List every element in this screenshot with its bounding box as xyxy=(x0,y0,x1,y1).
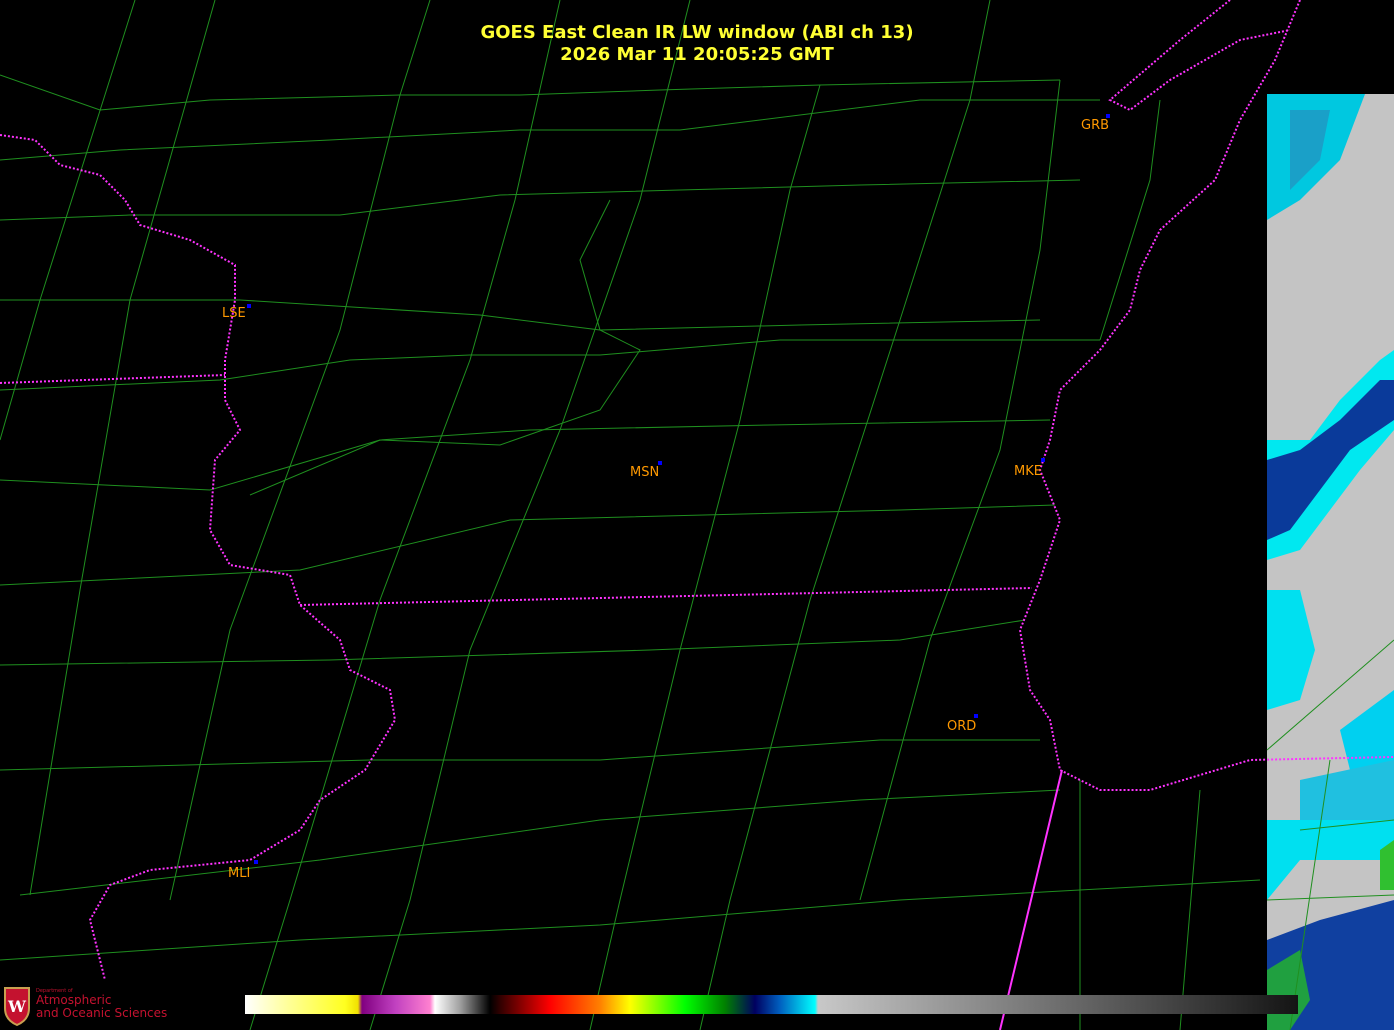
state-border-solid xyxy=(999,769,1063,1030)
station-label-msn: MSN xyxy=(630,465,660,480)
county-lines xyxy=(0,0,1394,1030)
aos-logo: W Department of Atmospheric and Oceanic … xyxy=(2,982,167,1026)
station-dot-ord xyxy=(974,714,978,718)
station-label-mli: MLI xyxy=(228,866,251,881)
temperature-colorbar xyxy=(245,995,1298,1014)
satellite-imagery-strip xyxy=(1267,94,1394,1030)
station-label-grb: GRB xyxy=(1081,118,1110,133)
station-dot-lse xyxy=(247,304,251,308)
title-line-1: GOES East Clean IR LW window (ABI ch 13) xyxy=(480,22,914,43)
title-line-2: 2026 Mar 11 20:05:25 GMT xyxy=(560,44,834,65)
logo-line-3: and Oceanic Sciences xyxy=(36,1006,168,1020)
station-dot-mli xyxy=(254,860,258,864)
station-label-lse: LSE xyxy=(222,306,246,321)
station-label-ord: ORD xyxy=(947,719,977,734)
uw-crest-icon: W xyxy=(4,987,30,1026)
svg-text:W: W xyxy=(7,997,27,1016)
satellite-map xyxy=(0,0,1394,1030)
station-dot-mke xyxy=(1041,458,1045,462)
station-label-mke: MKE xyxy=(1014,464,1042,479)
